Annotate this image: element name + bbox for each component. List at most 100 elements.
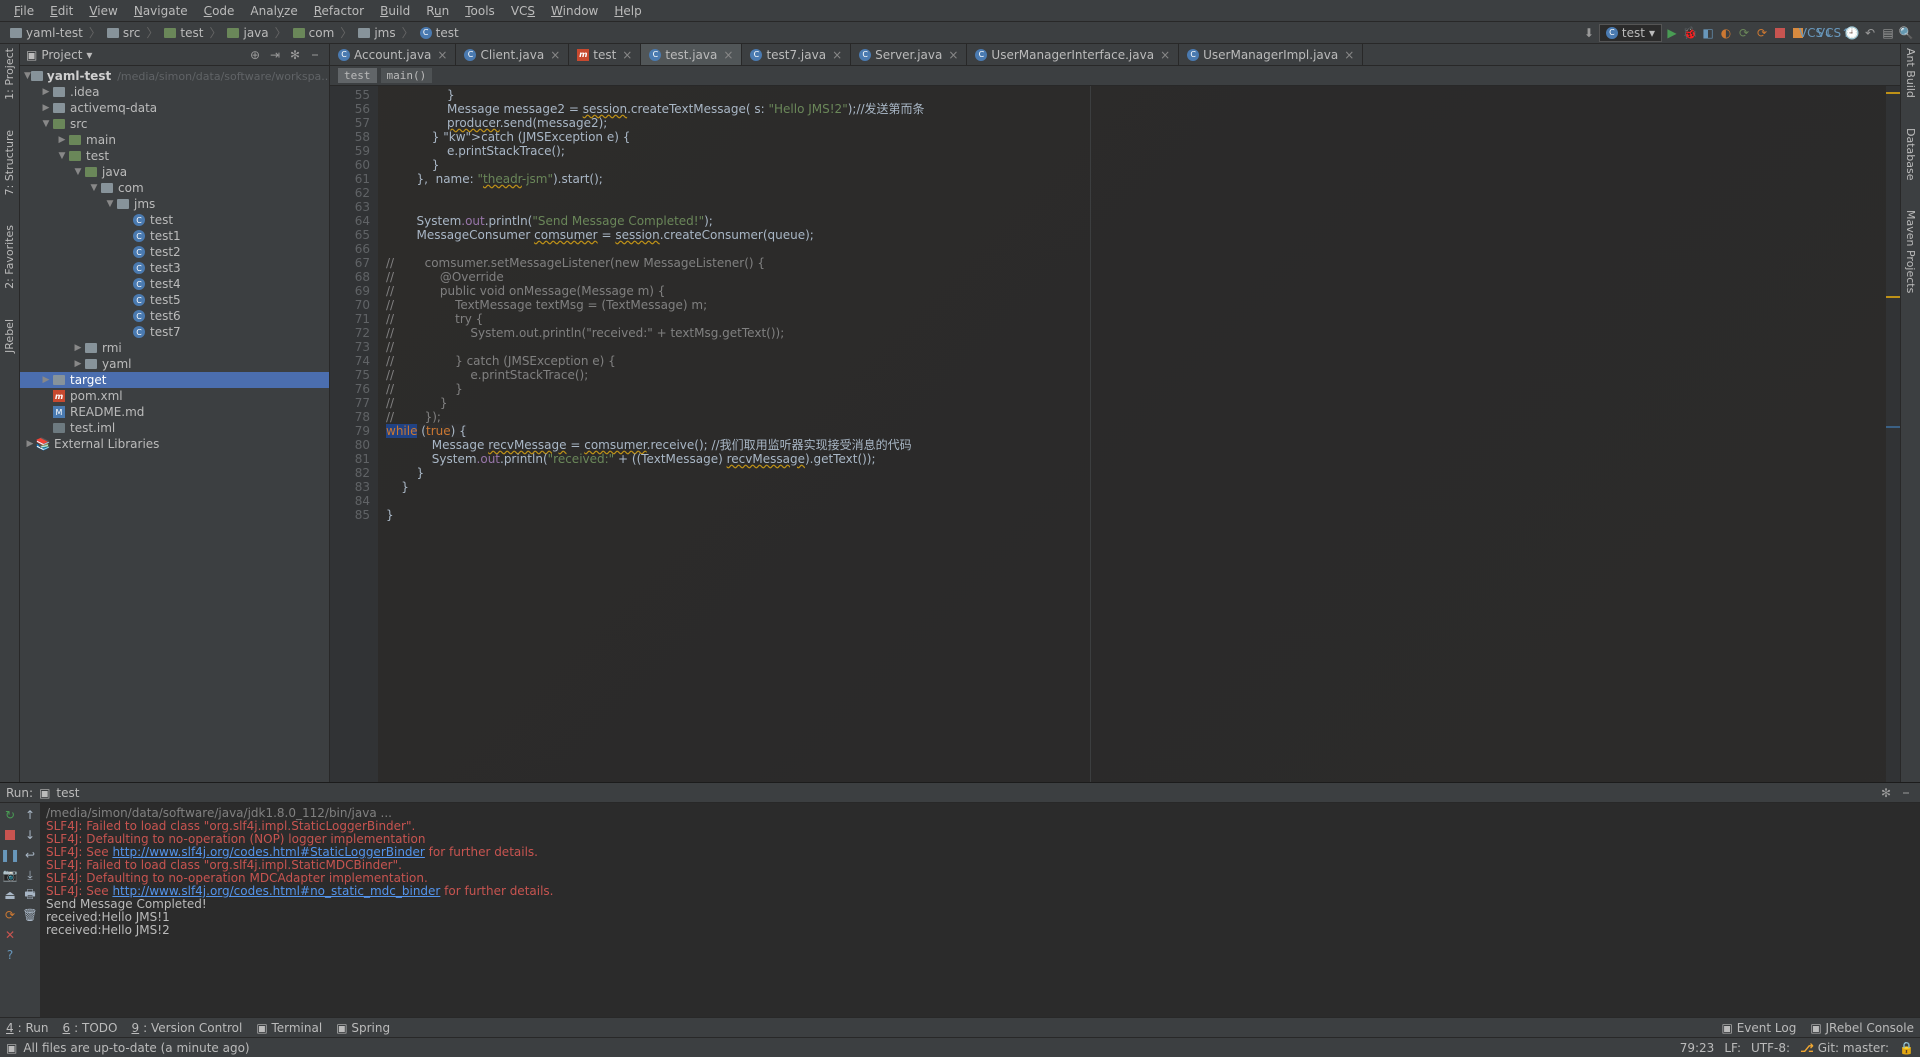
code-line[interactable]: // } catch (JMSException e) {: [378, 354, 1886, 368]
expand-arrow-icon[interactable]: ▼: [104, 199, 116, 209]
tool-tab-maven-projects[interactable]: Maven Projects: [1904, 210, 1917, 293]
bottom-tool-spring[interactable]: ▣ Spring: [336, 1021, 390, 1035]
menu-window[interactable]: Window: [543, 2, 606, 20]
breadcrumb-yaml-test[interactable]: yaml-test: [6, 26, 87, 40]
search-everywhere-icon[interactable]: 🔍: [1898, 25, 1914, 41]
vcs-commit-icon[interactable]: VCS↑: [1826, 25, 1842, 41]
run-configuration-combo[interactable]: C test ▾: [1599, 24, 1662, 42]
tool-tab-7--structure[interactable]: 7: Structure: [3, 130, 16, 195]
line-number[interactable]: 64: [332, 214, 370, 228]
hide-icon[interactable]: ⎯: [307, 47, 323, 63]
tree-root[interactable]: ▼yaml-test/media/simon/data/software/wor…: [20, 68, 329, 84]
jrebel-debug-icon[interactable]: ⟳: [1754, 25, 1770, 41]
pause-button[interactable]: ❚❚: [2, 847, 18, 863]
code-breadcrumb-test[interactable]: test: [338, 68, 377, 83]
breadcrumb-jms[interactable]: jms: [354, 26, 399, 40]
code-line[interactable]: // try {: [378, 312, 1886, 326]
menu-code[interactable]: Code: [196, 2, 243, 20]
line-number[interactable]: 72: [332, 326, 370, 340]
expand-arrow-icon[interactable]: ▶: [40, 103, 52, 113]
help-icon[interactable]: ?: [2, 947, 18, 963]
code-breadcrumb-main()[interactable]: main(): [381, 68, 433, 83]
print-icon[interactable]: 🖶: [22, 887, 38, 903]
editor-tab-UserManagerInterface.java[interactable]: CUserManagerInterface.java×: [967, 44, 1179, 65]
expand-arrow-icon[interactable]: ▼: [56, 151, 68, 161]
project-structure-icon[interactable]: ▤: [1880, 25, 1896, 41]
tree-item-java[interactable]: ▼java: [20, 164, 329, 180]
code-line[interactable]: } "kw">catch (JMSException e) {: [378, 130, 1886, 144]
code-line[interactable]: }: [378, 466, 1886, 480]
code-line[interactable]: System.out.println("received:" + ((TextM…: [378, 452, 1886, 466]
editor-tab-Client.java[interactable]: CClient.java×: [456, 44, 569, 65]
code-line[interactable]: // }: [378, 396, 1886, 410]
code-line[interactable]: }: [378, 88, 1886, 102]
menu-file[interactable]: File: [6, 2, 42, 20]
make-icon[interactable]: ⬇: [1581, 25, 1597, 41]
git-branch[interactable]: Git: master:: [1818, 1041, 1889, 1055]
line-number[interactable]: 62: [332, 186, 370, 200]
bottom-tool-todo[interactable]: 6: TODO: [63, 1021, 118, 1035]
tree-item-test[interactable]: Ctest: [20, 212, 329, 228]
line-number[interactable]: 67: [332, 256, 370, 270]
tree-item-rmi[interactable]: ▶rmi: [20, 340, 329, 356]
code-line[interactable]: // e.printStackTrace();: [378, 368, 1886, 382]
tree-item-src[interactable]: ▼src: [20, 116, 329, 132]
console-line[interactable]: Send Message Completed!: [46, 898, 1914, 911]
tree-item-README.md[interactable]: MREADME.md: [20, 404, 329, 420]
menu-run[interactable]: Run: [418, 2, 457, 20]
jrebel-run-icon[interactable]: ⟳: [1736, 25, 1752, 41]
code-line[interactable]: // @Override: [378, 270, 1886, 284]
line-number[interactable]: 71: [332, 312, 370, 326]
breadcrumb-test[interactable]: Ctest: [416, 26, 463, 40]
vcs-revert-icon[interactable]: ↶: [1862, 25, 1878, 41]
expand-arrow-icon[interactable]: ▶: [72, 359, 84, 369]
expand-arrow-icon[interactable]: ▶: [72, 343, 84, 353]
line-number[interactable]: 69: [332, 284, 370, 298]
code-line[interactable]: Message recvMessage = comsumer.receive()…: [378, 438, 1886, 452]
code-line[interactable]: }: [378, 480, 1886, 494]
lock-icon[interactable]: 🔒: [1899, 1041, 1914, 1055]
caret-position[interactable]: 79:23: [1680, 1041, 1715, 1055]
line-number[interactable]: 70: [332, 298, 370, 312]
tab-close-icon[interactable]: ×: [948, 48, 958, 62]
tree-item-test.iml[interactable]: test.iml: [20, 420, 329, 436]
editor-tab-test[interactable]: mtest×: [569, 44, 641, 65]
tree-item-test6[interactable]: Ctest6: [20, 308, 329, 324]
line-number[interactable]: 74: [332, 354, 370, 368]
editor-tab-test.java[interactable]: Ctest.java×: [641, 44, 742, 65]
editor-tab-test7.java[interactable]: Ctest7.java×: [742, 44, 851, 65]
code-line[interactable]: // TextMessage textMsg = (TextMessage) m…: [378, 298, 1886, 312]
tool-tab-2--favorites[interactable]: 2: Favorites: [3, 225, 16, 289]
code-line[interactable]: // });: [378, 410, 1886, 424]
code-line[interactable]: [378, 494, 1886, 508]
soft-wrap-icon[interactable]: ↩: [22, 847, 38, 863]
dump-threads-button[interactable]: 📷: [2, 867, 18, 883]
tree-item-pom.xml[interactable]: mpom.xml: [20, 388, 329, 404]
exit-button[interactable]: ⏏: [2, 887, 18, 903]
line-number[interactable]: 81: [332, 452, 370, 466]
tree-item-main[interactable]: ▶main: [20, 132, 329, 148]
tree-item-test2[interactable]: Ctest2: [20, 244, 329, 260]
code-line[interactable]: // }: [378, 382, 1886, 396]
expand-arrow-icon[interactable]: ▼: [72, 167, 84, 177]
expand-arrow-icon[interactable]: ▶: [56, 135, 68, 145]
line-number[interactable]: 59: [332, 144, 370, 158]
editor-tab-UserManagerImpl.java[interactable]: CUserManagerImpl.java×: [1179, 44, 1363, 65]
line-number[interactable]: 55: [332, 88, 370, 102]
line-number[interactable]: 76: [332, 382, 370, 396]
line-separator[interactable]: LF:: [1724, 1041, 1741, 1055]
line-number[interactable]: 80: [332, 438, 370, 452]
tree-item-activemq-data[interactable]: ▶activemq-data: [20, 100, 329, 116]
code-line[interactable]: }, name: "theadr-jsm").start();: [378, 172, 1886, 186]
line-number[interactable]: 57: [332, 116, 370, 130]
line-number[interactable]: 77: [332, 396, 370, 410]
line-number[interactable]: 78: [332, 410, 370, 424]
line-number[interactable]: 73: [332, 340, 370, 354]
console-link[interactable]: http://www.slf4j.org/codes.html#no_stati…: [112, 884, 440, 898]
code-line[interactable]: [378, 186, 1886, 200]
tab-close-icon[interactable]: ×: [832, 48, 842, 62]
code-line[interactable]: // comsumer.setMessageListener(new Messa…: [378, 256, 1886, 270]
down-icon[interactable]: ↓: [22, 827, 38, 843]
file-encoding[interactable]: UTF-8:: [1751, 1041, 1790, 1055]
menu-help[interactable]: Help: [606, 2, 649, 20]
